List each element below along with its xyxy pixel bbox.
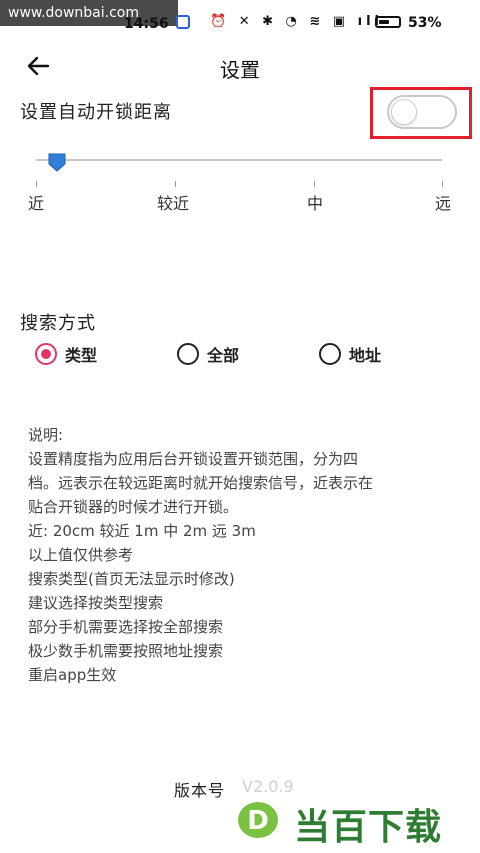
description-line: 搜索类型(首页无法显示时修改): [28, 570, 235, 588]
radio-option-address[interactable]: 地址: [319, 342, 381, 366]
downbai-logo-icon: D: [238, 802, 278, 838]
description-line: 重启app生效: [28, 666, 117, 684]
distance-slider-thumb[interactable]: [47, 152, 67, 172]
distance-slider-track[interactable]: [36, 159, 442, 161]
description-line: 极少数手机需要按照地址搜索: [28, 642, 224, 660]
version-value: V2.0.9: [242, 777, 294, 796]
auto-unlock-toggle[interactable]: [387, 95, 457, 129]
radio-label-address: 地址: [349, 346, 382, 365]
watermark-logo-text: 当百下载: [294, 807, 443, 848]
slider-tick: [36, 181, 37, 187]
radio-unchecked-icon[interactable]: [319, 343, 341, 365]
description-line: 说明:: [28, 426, 64, 444]
status-icons: ⏰ ✕ ✱ ◔ ≋ ▣ ıll: [210, 14, 384, 29]
slider-label-near: 近: [28, 194, 45, 213]
slider-label-far: 远: [435, 194, 452, 213]
description-line: 部分手机需要选择按全部搜索: [28, 618, 224, 636]
description-block: 说明: 设置精度指为应用后台开锁设置开锁范围，分为四 档。远表示在较远距离时就开…: [28, 423, 458, 687]
notification-app-icon: [176, 15, 190, 29]
description-line: 近: 20cm 较近 1m 中 2m 远 3m: [28, 522, 256, 540]
description-line: 设置精度指为应用后台开锁设置开锁范围，分为四: [28, 450, 359, 468]
toggle-knob: [391, 99, 417, 125]
battery-percent: 53%: [408, 15, 442, 31]
radio-label-type: 类型: [65, 346, 98, 365]
description-line: 建议选择按类型搜索: [28, 594, 164, 612]
status-time: 14:56: [124, 16, 169, 32]
radio-checked-icon[interactable]: [35, 343, 57, 365]
radio-dot: [41, 349, 51, 359]
battery-icon: [375, 16, 401, 28]
description-line: 贴合开锁器的时候才进行开锁。: [28, 498, 239, 516]
slider-tick: [442, 181, 443, 187]
slider-tick: [175, 181, 176, 187]
description-line: 档。远表示在较远距离时就开始搜索信号，近表示在: [28, 474, 374, 492]
slider-label-medium: 中: [307, 194, 324, 213]
radio-label-all: 全部: [207, 346, 240, 365]
radio-option-all[interactable]: 全部: [177, 342, 239, 366]
radio-unchecked-icon[interactable]: [177, 343, 199, 365]
slider-label-fairly-near: 较近: [157, 194, 190, 213]
slider-tick: [314, 181, 315, 187]
description-line: 以上值仅供参考: [28, 546, 134, 564]
auto-unlock-label: 设置自动开锁距离: [20, 102, 172, 123]
page-title: 设置: [220, 58, 260, 82]
logo-letter: D: [247, 806, 269, 836]
search-mode-title: 搜索方式: [20, 313, 96, 334]
battery-level-fill: [379, 20, 389, 24]
version-label: 版本号: [174, 781, 226, 800]
radio-option-type[interactable]: 类型: [35, 342, 97, 366]
